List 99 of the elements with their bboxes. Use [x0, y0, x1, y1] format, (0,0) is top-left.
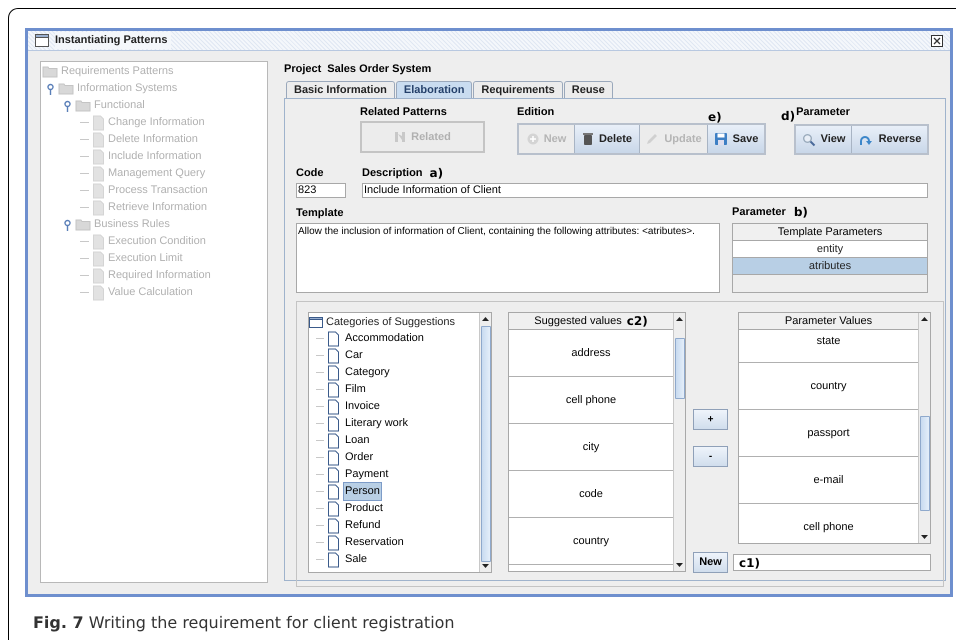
document-icon	[327, 364, 340, 380]
annotation-label: c1)	[739, 554, 760, 572]
document-icon	[92, 234, 105, 250]
pencil-icon	[645, 132, 660, 146]
tree-item[interactable]: Categories of Suggestions	[326, 314, 456, 330]
figure-caption: Fig. 7 Writing the requirement for client registration	[33, 613, 455, 632]
scrollbar-thumb[interactable]	[481, 326, 491, 562]
tree-item[interactable]: Car	[343, 346, 365, 365]
group-label: Parameter	[796, 105, 850, 120]
document-icon	[92, 250, 105, 266]
tab[interactable]: Elaboration	[396, 81, 472, 98]
curved-arrow-icon	[858, 134, 874, 146]
tree-item[interactable]: Refund	[343, 516, 382, 535]
document-icon	[327, 552, 340, 568]
document-icon	[327, 432, 340, 448]
document-icon	[327, 416, 340, 432]
document-icon	[92, 284, 105, 300]
add-button[interactable]: +	[693, 409, 728, 430]
tree-item[interactable]: Invoice	[343, 397, 382, 416]
tree-item[interactable]: Category	[343, 363, 392, 382]
tree-item[interactable]: Accommodation	[343, 329, 426, 348]
scroll-up-arrow-icon[interactable]	[676, 317, 683, 321]
annotation-label: d)	[781, 108, 796, 125]
remove-button[interactable]: -	[693, 446, 728, 467]
new-value-button[interactable]: New	[693, 552, 728, 573]
tree-item[interactable]: Reservation	[343, 533, 406, 552]
tree-item[interactable]: Film	[343, 380, 368, 399]
project-name: Sales Order System	[327, 62, 432, 77]
trash-icon	[582, 132, 594, 146]
annotation-label: e)	[708, 109, 722, 126]
document-icon	[92, 132, 105, 148]
toolbar-button[interactable]: Delete	[575, 125, 640, 153]
annotation-label: c2)	[626, 313, 648, 330]
tree-item[interactable]: Literary work	[343, 414, 410, 433]
scrollbar[interactable]	[479, 313, 491, 572]
scrollbar[interactable]	[918, 313, 930, 543]
document-icon	[327, 484, 340, 500]
table-row[interactable]: entity	[733, 241, 927, 258]
document-icon	[327, 466, 340, 482]
template-label: Template	[296, 206, 344, 219]
document-icon	[327, 382, 340, 398]
document-icon	[92, 114, 105, 130]
template-text-area[interactable]: Allow the inclusion of information of Client, containing the following attributes: <atributes>.	[296, 223, 720, 293]
tab[interactable]: Basic Information	[286, 81, 395, 98]
tab[interactable]: Reuse	[564, 81, 613, 98]
document-icon	[327, 518, 340, 534]
window-title: Instantiating Patterns	[55, 32, 172, 49]
description-field[interactable]: Include Information of Client	[362, 183, 928, 198]
tree-item[interactable]: Person	[343, 482, 382, 501]
folder-icon	[75, 218, 91, 231]
scroll-down-arrow-icon[interactable]	[482, 564, 489, 568]
column-header: Template Parameters	[733, 224, 927, 241]
new-value-field[interactable]: c1)	[733, 554, 931, 571]
document-icon	[92, 182, 105, 198]
annotation-label: b)	[794, 204, 808, 221]
document-icon	[327, 450, 340, 466]
document-icon	[92, 200, 105, 216]
scrollbar[interactable]	[673, 313, 685, 571]
tree-item[interactable]: Sale	[343, 550, 370, 569]
pattern-icon	[394, 131, 406, 143]
tab[interactable]: Requirements	[473, 81, 563, 98]
toolbar-button[interactable]: Reverse	[852, 126, 927, 153]
group-label: Related Patterns	[360, 105, 448, 118]
group-label: Edition	[517, 105, 554, 120]
toolbar-button[interactable]: View	[796, 126, 852, 153]
tree-item[interactable]: Loan	[343, 431, 372, 450]
plus-circle-icon	[526, 133, 539, 145]
table-row[interactable]: atributes	[733, 258, 927, 275]
magnifier-icon	[802, 132, 816, 146]
column-title: Suggested values	[534, 314, 622, 329]
column-header: Parameter Values	[739, 313, 918, 330]
tree-item[interactable]: Order	[343, 448, 376, 467]
document-icon	[327, 534, 340, 550]
tree-item[interactable]: Product	[343, 499, 385, 518]
tree-item[interactable]: Payment	[343, 465, 390, 484]
folder-icon	[58, 82, 74, 95]
document-icon	[327, 500, 340, 516]
description-label: Description	[362, 166, 423, 181]
close-icon[interactable]	[931, 34, 943, 46]
scroll-down-arrow-icon[interactable]	[676, 563, 683, 567]
code-label: Code	[296, 166, 324, 181]
window-icon	[35, 34, 49, 47]
folder-icon	[75, 99, 91, 112]
document-icon	[327, 330, 340, 346]
document-icon	[327, 348, 340, 364]
document-icon	[92, 166, 105, 182]
scrollbar-thumb[interactable]	[920, 416, 930, 511]
document-icon	[92, 268, 105, 284]
scrollbar-thumb[interactable]	[675, 338, 685, 399]
parameter-label: Parameter	[732, 204, 786, 220]
code-field[interactable]: 823	[296, 183, 346, 198]
scroll-up-arrow-icon[interactable]	[482, 317, 489, 321]
annotation-label: a)	[430, 165, 444, 182]
project-label: Project	[284, 62, 322, 77]
document-icon	[327, 398, 340, 414]
document-icon	[92, 148, 105, 164]
toolbar-button[interactable]: Save	[708, 125, 764, 153]
scroll-down-arrow-icon[interactable]	[921, 535, 928, 539]
scroll-up-arrow-icon[interactable]	[921, 317, 928, 321]
